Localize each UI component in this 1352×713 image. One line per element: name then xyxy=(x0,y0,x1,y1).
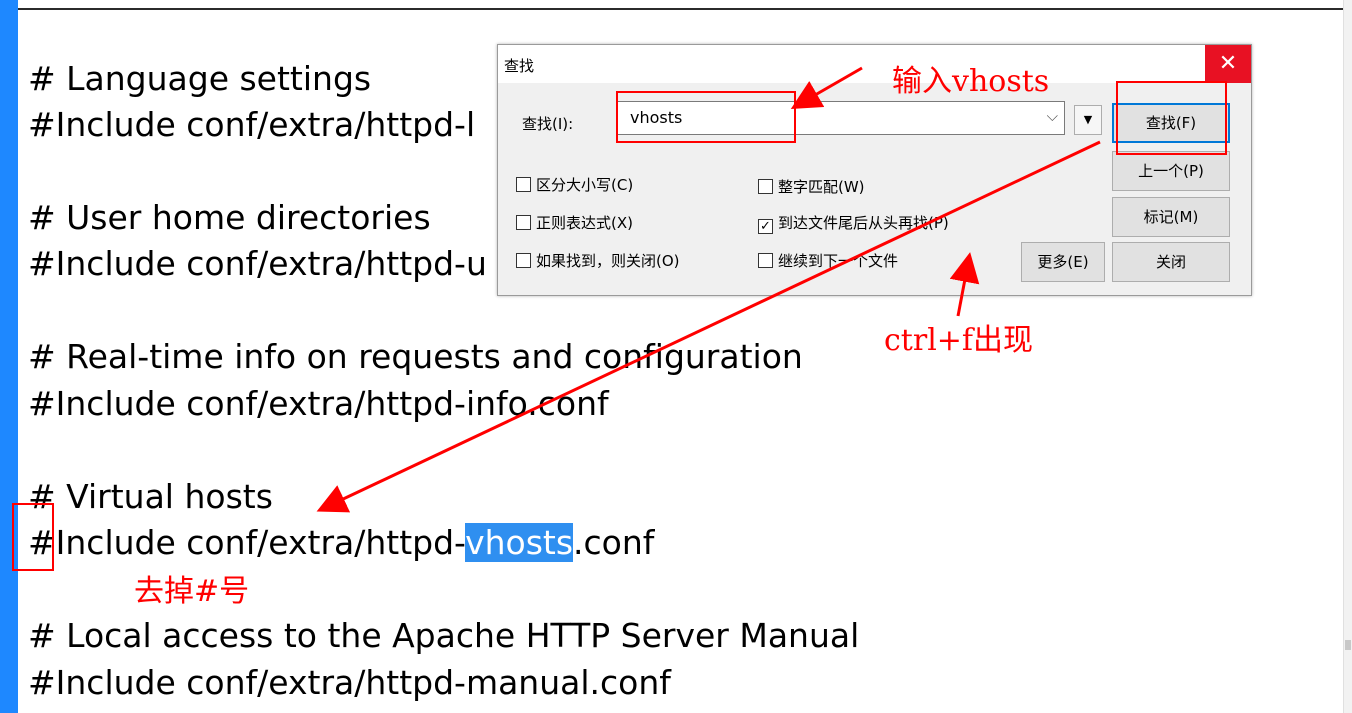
arrow-to-dialog xyxy=(949,252,980,317)
arrow-to-input xyxy=(790,66,863,109)
annotation-arrows xyxy=(316,66,1101,513)
arrow-to-match xyxy=(316,140,1101,513)
